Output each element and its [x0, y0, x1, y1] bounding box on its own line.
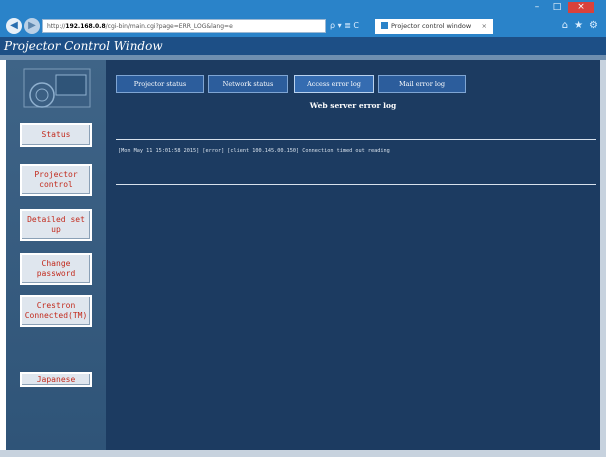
address-host: 192.168.0.8: [65, 23, 106, 30]
browser-tab-title: Projector control window: [391, 22, 472, 30]
minimize-button[interactable]: –: [528, 2, 546, 13]
browser-toolbar: – □ × ◀ ▶ http://192.168.0.8/cgi-bin/mai…: [0, 0, 606, 37]
address-bar[interactable]: http://192.168.0.8/cgi-bin/main.cgi?page…: [42, 19, 326, 33]
back-button[interactable]: ◀: [6, 18, 22, 34]
tab-access-error-log[interactable]: Access error log: [294, 75, 374, 93]
log-bottom-divider: [116, 184, 596, 185]
browser-tab[interactable]: Projector control window ×: [375, 19, 493, 34]
window-frame-bottom: [0, 450, 606, 457]
browser-tools: ⌂ ★ ⚙: [562, 20, 598, 31]
home-icon[interactable]: ⌂: [562, 20, 568, 31]
settings-gear-icon[interactable]: ⚙: [589, 20, 598, 31]
main-panel: Projector status Network status Access e…: [106, 60, 600, 450]
window-frame-right: [600, 60, 606, 450]
crestron-connected-button[interactable]: Crestron Connected(TM): [20, 295, 92, 327]
tab-close-icon[interactable]: ×: [482, 19, 487, 34]
address-actions-icon[interactable]: ρ ▾ ≣ C: [330, 19, 359, 33]
favicon-icon: [381, 22, 388, 29]
tab-mail-error-log[interactable]: Mail error log: [378, 75, 466, 93]
tab-network-status[interactable]: Network status: [208, 75, 288, 93]
address-path: /cgi-bin/main.cgi?page=ERR_LOG&lang=e: [105, 23, 233, 30]
language-button[interactable]: Japanese: [20, 372, 92, 387]
close-window-button[interactable]: ×: [568, 2, 594, 13]
log-top-divider: [116, 139, 596, 140]
log-entry: [Mon May 11 15:01:58 2015] [error] [clie…: [118, 148, 390, 154]
sidebar: Status Projector control Detailed set up…: [6, 60, 106, 450]
projector-control-button[interactable]: Projector control: [20, 164, 92, 196]
window-controls: – □ ×: [528, 2, 594, 14]
log-title: Web server error log: [309, 101, 397, 110]
favorites-star-icon[interactable]: ★: [574, 20, 583, 31]
change-password-button[interactable]: Change password: [20, 253, 92, 285]
status-button[interactable]: Status: [20, 123, 92, 147]
tab-projector-status[interactable]: Projector status: [116, 75, 204, 93]
address-prefix: http://: [47, 23, 66, 30]
forward-button[interactable]: ▶: [24, 18, 40, 34]
projector-logo-icon: [23, 68, 91, 108]
detailed-setup-button[interactable]: Detailed set up: [20, 209, 92, 241]
maximize-button[interactable]: □: [548, 2, 566, 13]
page-title: Projector Control Window: [0, 37, 606, 55]
